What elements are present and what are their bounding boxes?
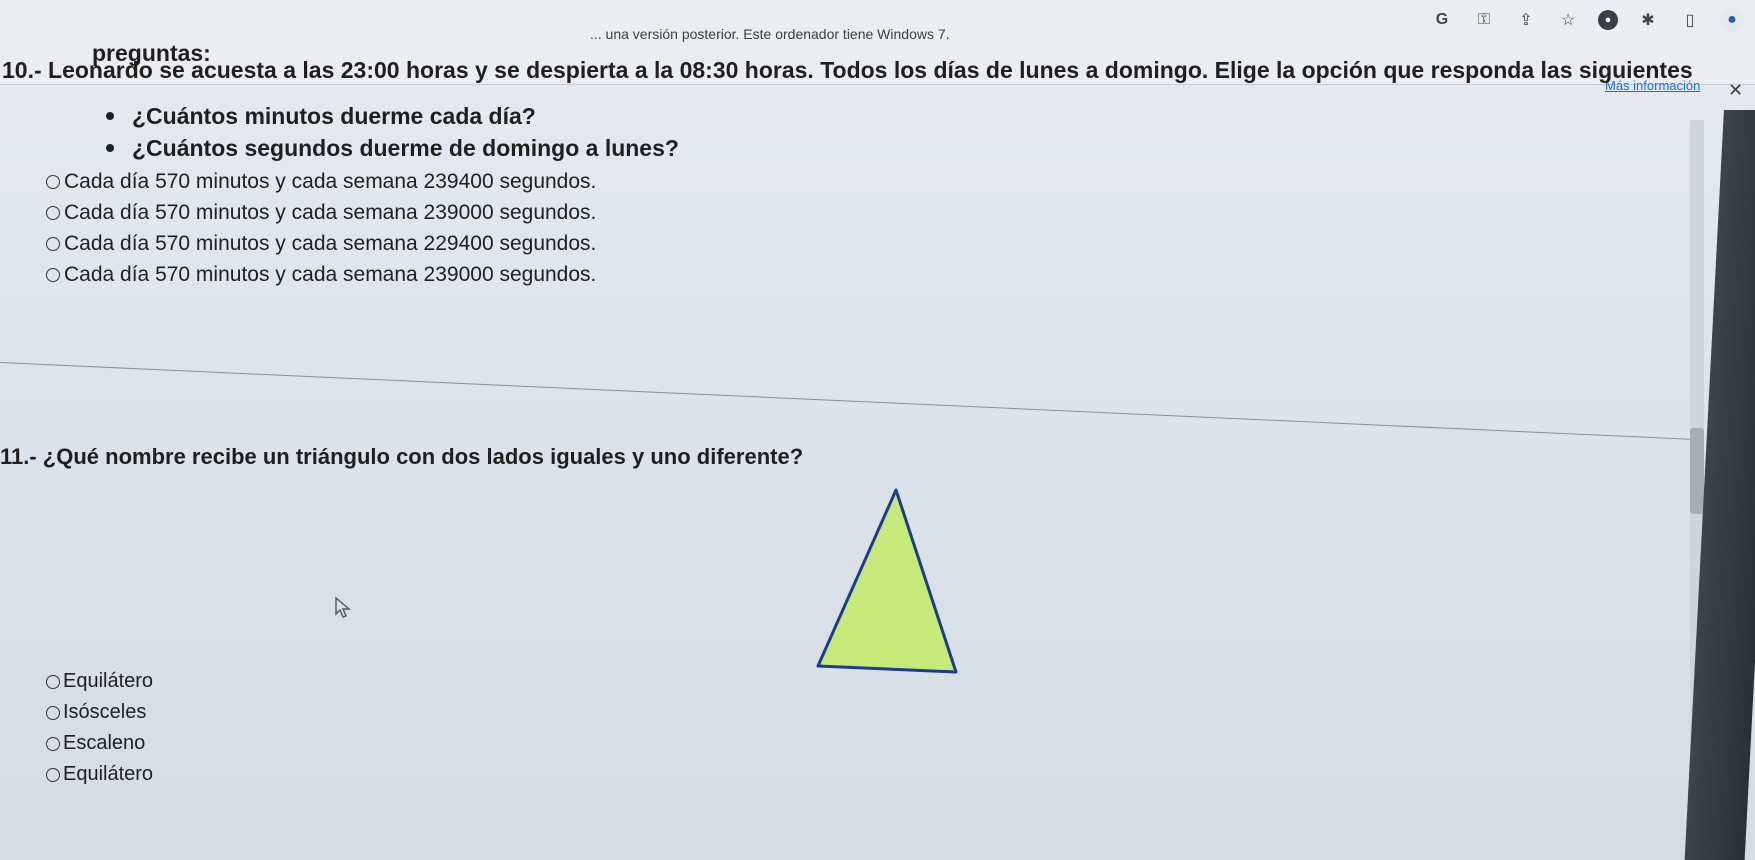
- radio-button[interactable]: [46, 705, 60, 720]
- radio-button[interactable]: [46, 674, 60, 689]
- puzzle-icon[interactable]: ✱: [1636, 8, 1660, 32]
- bullet-item: ¿Cuántos segundos duerme de domingo a lu…: [100, 132, 679, 164]
- q11-option-2[interactable]: Isósceles: [46, 697, 153, 728]
- google-icon[interactable]: G: [1430, 8, 1454, 32]
- window-icon[interactable]: ▯: [1678, 8, 1702, 32]
- key-icon[interactable]: ⚿: [1472, 8, 1496, 32]
- isosceles-triangle-image: [816, 488, 958, 674]
- option-label: Equilátero: [63, 763, 154, 785]
- question10-options: Cada día 570 minutos y cada semana 23940…: [46, 166, 596, 290]
- triangle-shape: [816, 488, 958, 674]
- option-label: Cada día 570 minutos y cada semana 23900…: [64, 262, 597, 286]
- question10-bullets: ¿Cuántos minutos duerme cada día? ¿Cuánt…: [100, 100, 679, 164]
- option-label: Cada día 570 minutos y cada semana 23940…: [64, 169, 597, 193]
- q10-option-4[interactable]: Cada día 570 minutos y cada semana 23900…: [46, 259, 596, 290]
- radio-button[interactable]: [46, 267, 60, 282]
- profile-icon[interactable]: ●: [1720, 8, 1744, 32]
- radio-button[interactable]: [46, 236, 60, 251]
- extension-icon[interactable]: ●: [1598, 10, 1618, 30]
- radio-button[interactable]: [46, 205, 60, 220]
- option-label: Cada día 570 minutos y cada semana 23900…: [64, 200, 597, 224]
- option-label: Equilátero: [63, 670, 154, 692]
- radio-button[interactable]: [46, 767, 60, 782]
- bullet-item: ¿Cuántos minutos duerme cada día?: [100, 100, 679, 132]
- radio-button[interactable]: [46, 174, 60, 189]
- q11-option-1[interactable]: Equilátero: [46, 666, 153, 697]
- q11-option-4[interactable]: Equilátero: [46, 759, 153, 790]
- notification-text: ... una versión posterior. Este ordenado…: [590, 26, 950, 42]
- page: ... una versión posterior. Este ordenado…: [0, 0, 1755, 860]
- share-icon[interactable]: ⇪: [1514, 8, 1538, 32]
- q10-option-2[interactable]: Cada día 570 minutos y cada semana 23900…: [46, 197, 596, 228]
- option-label: Cada día 570 minutos y cada semana 22940…: [64, 231, 597, 255]
- option-label: Escaleno: [63, 732, 146, 754]
- radio-button[interactable]: [46, 736, 60, 751]
- question11-options: Equilátero Isósceles Escaleno Equilátero: [46, 666, 153, 790]
- question11-title: 11.- ¿Qué nombre recibe un triángulo con…: [0, 444, 804, 469]
- q11-option-3[interactable]: Escaleno: [46, 728, 153, 759]
- scrollbar-thumb[interactable]: [1690, 428, 1704, 514]
- mouse-cursor-icon: [335, 596, 351, 618]
- option-label: Isósceles: [63, 701, 147, 723]
- star-icon[interactable]: ☆: [1556, 8, 1580, 32]
- q10-option-1[interactable]: Cada día 570 minutos y cada semana 23940…: [46, 166, 596, 197]
- browser-toolbar: G ⚿ ⇪ ☆ ● ✱ ▯ ● ⋮: [1430, 8, 1755, 32]
- section-divider: [0, 362, 1699, 441]
- question10-title: 10.- Leonardo se acuesta a las 23:00 hor…: [2, 57, 1693, 83]
- q10-option-3[interactable]: Cada día 570 minutos y cada semana 22940…: [46, 228, 596, 259]
